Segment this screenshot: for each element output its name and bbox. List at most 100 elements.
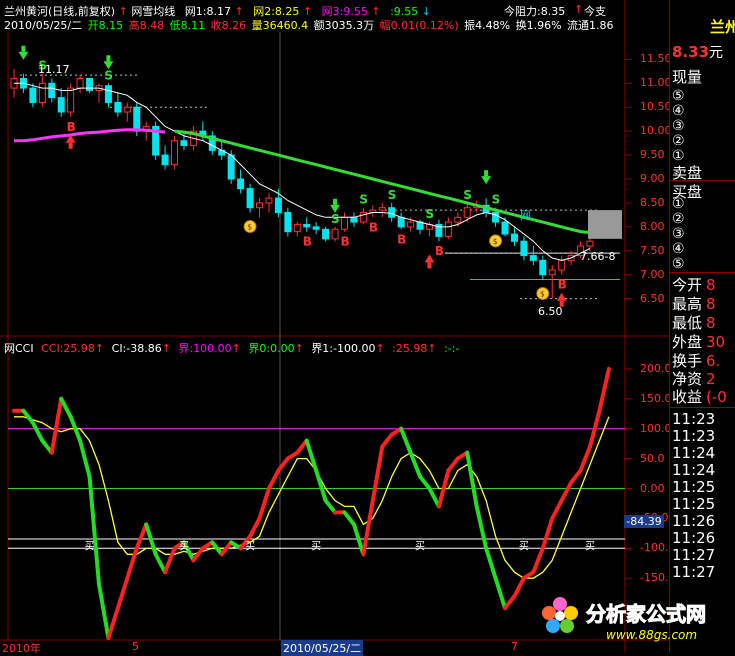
- candle-body: [378, 207, 386, 211]
- buy-signal-icon: B: [558, 278, 567, 292]
- ohlc-value-8: 换1.96%: [512, 19, 562, 32]
- tick-time-6: 11:26: [672, 512, 716, 530]
- candle-body: [454, 216, 462, 223]
- tick-time-4: 11:25: [672, 478, 716, 496]
- price-axis-label: 6.50: [640, 291, 665, 305]
- cci-value-6: :-:-: [440, 342, 460, 355]
- buy-signal-icon: B: [435, 244, 444, 258]
- buy-level-0: ①: [672, 196, 685, 212]
- candle-body: [340, 216, 348, 230]
- chart-header: 兰州黄河(日线,前复权) ↑ 网雪均线 网1:8.17 ↑ 网2:8.25 ↑ …: [0, 0, 620, 32]
- candle-body: [104, 85, 112, 103]
- candle-body: [331, 228, 339, 240]
- candle-body: [520, 240, 528, 257]
- candle-body: [48, 82, 56, 99]
- cci-current-badge: -84.39: [624, 515, 664, 528]
- ohlc-value-4: 量36460.4: [248, 19, 309, 32]
- sell-level-2: ③: [672, 118, 685, 134]
- cci-value-2: 界:100.00: [174, 342, 232, 355]
- arrow-icon: ↑: [427, 342, 437, 355]
- candle-body: [312, 226, 320, 230]
- money-bag-icon: $: [540, 290, 545, 299]
- buy-level-3: ④: [672, 241, 685, 257]
- up-arrow-icon: [427, 262, 432, 269]
- buy-level-4: ⑤: [672, 256, 685, 272]
- arrow-icon: ↑: [161, 342, 171, 355]
- tick-time-1: 11:23: [672, 427, 716, 445]
- stat-value-3: 30: [706, 333, 726, 351]
- candle-body: [265, 197, 273, 204]
- high-price-label: 11.17: [38, 63, 70, 76]
- cci-axis-label: 100.0: [640, 421, 672, 435]
- watermark: 分析家公式网 www.88gs.com: [540, 592, 730, 650]
- down-arrow-icon: [21, 45, 26, 52]
- ohlc-value-0: 开8.15: [87, 19, 124, 32]
- stat-6: 收益 (-0: [672, 388, 727, 406]
- ohlc-value-1: 高8.48: [125, 19, 165, 32]
- cci-title[interactable]: 网CCI: [4, 342, 34, 355]
- candle-body: [303, 223, 311, 228]
- date-label-month-7: 7: [511, 640, 518, 653]
- candle-body: [29, 87, 37, 103]
- up-arrow-icon: [68, 142, 73, 149]
- price-axis-label: 7.00: [640, 267, 665, 281]
- cci-header: 网CCI CCI:25.98↑ CI:-38.86↑ 界:100.00↑ 界0:…: [4, 340, 459, 356]
- candle-body: [586, 240, 594, 247]
- ohlc-value-3: 收8.26: [207, 19, 247, 32]
- main-chart-canvas[interactable]: SSSS SSS SBB BBBBB$$$ 买买买买买买买: [0, 0, 669, 652]
- ohlc-value-9: 流通1.86: [563, 19, 614, 32]
- quote-side-panel: 兰州 8.33元 现量 卖盘 买盘 ⑤④③②①①②③④⑤今开8最高8最低8外盘3…: [669, 0, 735, 652]
- sell-signal-icon: S: [463, 188, 472, 202]
- low-price-label: 6.50: [538, 305, 563, 318]
- watermark-name: 分析家公式网: [586, 602, 707, 627]
- sell-signal-icon: S: [359, 193, 368, 207]
- cci-axis-label: 0.00: [640, 481, 665, 495]
- candle-body: [529, 255, 537, 261]
- candle-body: [76, 78, 84, 89]
- price-axis-label: 9.00: [640, 172, 665, 185]
- cci-value-3: 界0:0.00: [244, 342, 295, 355]
- down-arrow-icon: [333, 198, 338, 205]
- side-volume-label: 现量: [672, 68, 703, 86]
- buy-text-icon: 买: [179, 540, 189, 552]
- date-axis: 2010年 5 2010/05/25/二 7: [0, 640, 625, 656]
- sell-signal-icon: S: [388, 188, 397, 202]
- candle-body: [293, 223, 301, 233]
- down-arrow-icon: [106, 55, 111, 62]
- cci-value-1: CI:-38.86: [108, 342, 162, 355]
- arrow-icon: ↑: [294, 342, 304, 355]
- buy-signal-icon: B: [369, 220, 378, 234]
- net-label: 网: [520, 209, 531, 222]
- candle-body: [114, 101, 122, 113]
- arrow-icon: ↑: [375, 342, 385, 355]
- buy-text-icon: 买: [415, 540, 425, 552]
- candle-body: [407, 221, 415, 228]
- date-label-year: 2010年: [2, 642, 41, 655]
- price-axis-label: 11.50: [640, 52, 672, 66]
- candle-body: [558, 259, 566, 271]
- candle-body: [350, 216, 358, 223]
- stat-value-2: 8: [706, 314, 716, 332]
- cci-value-0: CCI:25.98: [41, 342, 95, 355]
- stat-0: 今开 8: [672, 276, 716, 294]
- date-label-month-5: 5: [132, 640, 139, 653]
- buy-text-icon: 买: [585, 540, 595, 552]
- stat-value-1: 8: [706, 295, 716, 313]
- cci-values: CCI:25.98↑ CI:-38.86↑ 界:100.00↑ 界0:0.00↑…: [37, 342, 459, 355]
- sell-signal-icon: S: [425, 207, 434, 221]
- sell-signal-icon: S: [331, 212, 340, 226]
- candle-body: [510, 233, 518, 242]
- candle-body: [123, 106, 131, 113]
- tick-time-2: 11:24: [672, 444, 716, 462]
- buy-text-icon: 买: [311, 540, 321, 552]
- candle-body: [86, 78, 94, 91]
- range-label: 7.66-8: [580, 250, 616, 263]
- sell-signal-icon: S: [104, 68, 113, 82]
- price-axis-label: 11.00: [640, 76, 672, 90]
- candle-body: [227, 154, 235, 180]
- arrow-icon: ↑: [574, 3, 584, 16]
- price-axis-label: 10.50: [640, 100, 672, 114]
- candle-body: [274, 197, 282, 213]
- buy-text-icon: 买: [519, 540, 529, 552]
- cci-axis-label: 150.0: [640, 391, 672, 405]
